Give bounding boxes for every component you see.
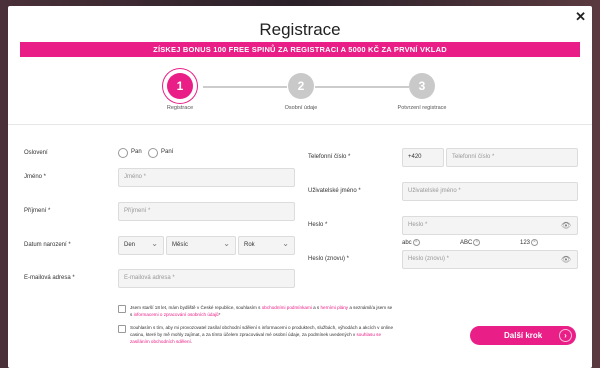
marketing-consent-checkbox[interactable] [118,325,126,333]
birth-month-select[interactable]: Měsíc [166,235,236,255]
registration-steps: 1 Registrace 2 Osobní údaje 3 Potvrzení … [8,69,592,119]
step-potvrzeni: 3 Potvrzení registrace [382,69,462,111]
password-again-placeholder: Heslo (znovu) * [408,256,450,262]
terms-link[interactable]: obchodními podmínkami [262,305,312,310]
phone-prefix-select[interactable]: +420 [402,148,444,167]
consent-text: . [190,339,193,344]
registration-modal: ✕ Registrace ZÍSKEJ BONUS 100 FREE SPINŮ… [8,6,592,368]
privacy-link[interactable]: informacemi o zpracování osobních údajů [134,312,219,317]
step-number: 1 [167,73,193,99]
password-hint-uppercase: ABC × [460,239,481,247]
modal-title: Registrace [259,20,341,39]
consent-text: Jsem starší 18 let, mám bydliště v České… [130,305,262,310]
password-placeholder: Heslo * [408,222,428,228]
next-step-label: Další krok [504,331,543,340]
registration-form: Oslovení Pan Paní Jméno * Jméno * Příjme… [8,126,592,296]
step-number: 2 [288,73,314,99]
password-again-label: Heslo (znovu) * [308,256,350,262]
bonus-banner: ZÍSKEJ BONUS 100 FREE SPINŮ ZA REGISTRAC… [20,42,580,57]
next-step-button[interactable]: Další krok › [470,326,576,345]
step-label: Osobní údaje [284,105,318,111]
last-name-field[interactable]: Příjmení * [118,202,295,221]
step-label: Potvrzení registrace [397,105,447,111]
step-osobni-udaje: 2 Osobní údaje [261,69,341,111]
birth-day-select[interactable]: Den [118,235,164,255]
radio-pani[interactable] [148,148,158,158]
username-field[interactable]: Uživatelské jméno * [402,182,578,201]
step-number: 3 [409,73,435,99]
clear-icon: × [412,239,420,246]
marketing-consent-text: Souhlasím s tím, aby mi provozovatel zas… [130,324,394,345]
first-name-field[interactable]: Jméno * [118,168,295,187]
password-hint-digits: 123 × [520,239,539,247]
email-field[interactable]: E-mailová adresa * [118,269,295,288]
radio-pani-label: Paní [161,149,174,155]
salutation-label: Oslovení [24,150,48,156]
hint-text: abc [402,240,412,247]
phone-label: Telefonní číslo * [308,154,351,160]
section-divider [8,124,592,125]
radio-pan[interactable] [118,148,128,158]
eye-icon[interactable]: 👁 [561,251,571,268]
clear-icon: × [473,239,481,246]
first-name-label: Jméno * [24,174,47,180]
hint-text: 123 [520,240,531,247]
consent-text: Souhlasím s tím, aby mi provozovatel zas… [130,325,393,337]
age-consent-text: Jsem starší 18 let, mám bydliště v České… [130,304,394,318]
chevron-right-icon: › [559,329,572,342]
password-field[interactable]: Heslo * 👁 [402,216,578,235]
clear-icon: × [531,239,539,246]
phone-field[interactable]: Telefonní číslo * [446,148,578,167]
password-hint-lowercase: abc × [402,239,420,246]
email-label: E-mailová adresa * [24,275,75,281]
birth-date-label: Datum narození * [24,242,71,248]
radio-pan-label: Pan [131,149,142,155]
age-consent-checkbox[interactable] [118,305,126,313]
eye-icon[interactable]: 👁 [561,217,571,234]
last-name-label: Příjmení * [24,208,51,214]
game-plans-link[interactable]: herními plány [320,305,348,310]
password-again-field[interactable]: Heslo (znovu) * 👁 [402,250,578,269]
hint-text: ABC [460,240,473,247]
username-label: Uživatelské jméno * [308,188,361,194]
birth-year-select[interactable]: Rok [238,235,295,255]
step-registrace: 1 Registrace [140,69,220,111]
password-label: Heslo * [308,222,328,228]
consent-text: * [218,312,221,317]
step-label: Registrace [166,105,194,111]
